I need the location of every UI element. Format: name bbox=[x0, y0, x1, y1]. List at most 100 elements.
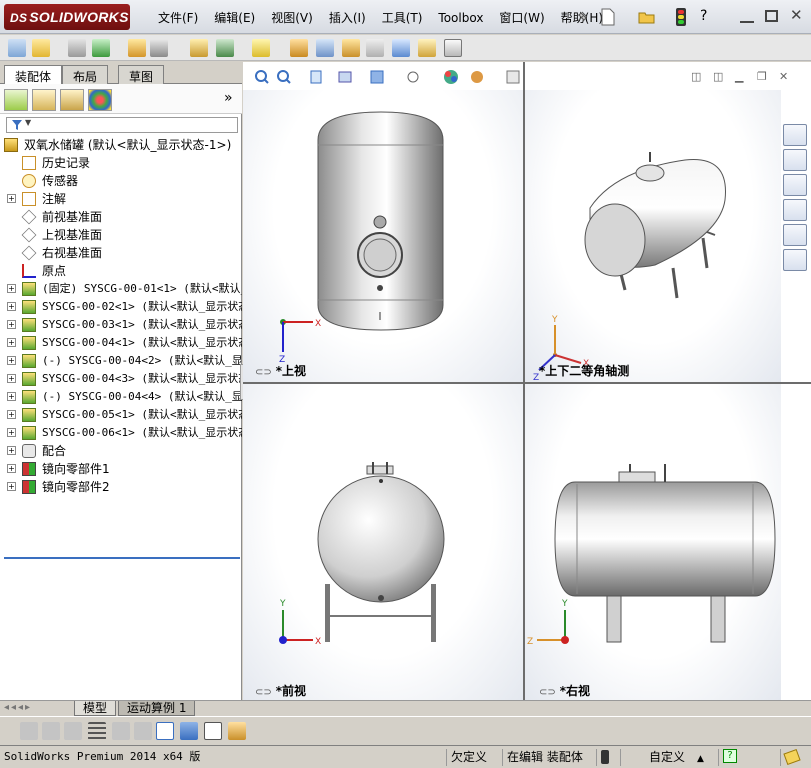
tree-item[interactable]: + SYSCG-00-04<1> (默认<默认_显示状态 bbox=[0, 334, 242, 352]
viewport-top[interactable]: X Z ⊂⊃ *上视 bbox=[243, 90, 523, 382]
exploded-view-icon[interactable] bbox=[342, 39, 360, 57]
status-help-icon[interactable]: ? bbox=[718, 749, 742, 766]
status-units-dropdown[interactable]: 自定义 ▲ bbox=[620, 749, 716, 766]
tree-expand-icon[interactable]: + bbox=[7, 392, 16, 401]
tree-item[interactable]: + SYSCG-00-03<1> (默认<默认_显示状态 bbox=[0, 316, 242, 334]
sketch-relations-icon[interactable] bbox=[156, 722, 174, 740]
toolbar-disabled-icon-4[interactable] bbox=[112, 722, 130, 740]
menu-item-3[interactable]: 插入(I) bbox=[321, 10, 374, 28]
tree-item[interactable]: + 镜向零部件1 bbox=[0, 460, 242, 478]
pin-icon[interactable] bbox=[576, 9, 590, 23]
mate-icon[interactable] bbox=[68, 39, 86, 57]
new-assembly-icon[interactable] bbox=[8, 39, 26, 57]
tree-item[interactable]: + SYSCG-00-04<3> (默认<默认_显示状态 bbox=[0, 370, 242, 388]
solidworks-resources-icon[interactable] bbox=[783, 124, 807, 146]
tree-item[interactable]: + SYSCG-00-02<1> (默认<默认_显示状态 bbox=[0, 298, 242, 316]
view-toolbar-icons[interactable] bbox=[253, 68, 523, 86]
design-library-icon[interactable] bbox=[783, 149, 807, 171]
explode-line-icon[interactable] bbox=[366, 39, 384, 57]
take-snapshot-icon[interactable] bbox=[444, 39, 462, 57]
tree-item[interactable]: + 注解 bbox=[0, 190, 242, 208]
tree-item[interactable]: + SYSCG-00-05<1> (默认<默认_显示状态 bbox=[0, 406, 242, 424]
tab-model[interactable]: 模型 bbox=[74, 701, 117, 716]
status-rebuild-light-icon[interactable] bbox=[596, 749, 616, 766]
linear-pattern-icon[interactable] bbox=[92, 39, 110, 57]
open-folder-icon[interactable] bbox=[638, 8, 656, 26]
tree-expand-icon[interactable]: + bbox=[7, 194, 16, 203]
tree-expand-icon[interactable]: + bbox=[7, 446, 16, 455]
tree-item[interactable]: 历史记录 bbox=[0, 154, 242, 172]
tree-expand-icon[interactable]: + bbox=[7, 428, 16, 437]
toolbar-disabled-icon-1[interactable] bbox=[20, 722, 38, 740]
table-icon[interactable] bbox=[204, 722, 222, 740]
tab-sketch[interactable]: 草图 bbox=[118, 65, 165, 84]
shaded-display-icon[interactable] bbox=[180, 722, 198, 740]
filter-dropdown-icon[interactable]: ▼ bbox=[25, 118, 31, 127]
close-button[interactable]: ✕ bbox=[790, 6, 804, 24]
tree-item[interactable]: 原点 bbox=[0, 262, 242, 280]
tree-filter-input[interactable]: ▼ bbox=[6, 117, 238, 133]
tree-item[interactable]: + (固定) SYSCG-00-01<1> (默认<默认_ bbox=[0, 280, 242, 298]
tree-item[interactable]: + (-) SYSCG-00-04<4> (默认<默认_显示 bbox=[0, 388, 242, 406]
configuration-manager-icon[interactable] bbox=[60, 89, 84, 111]
list-view-icon[interactable] bbox=[88, 722, 106, 740]
save-icon[interactable] bbox=[228, 722, 246, 740]
status-tag-icon[interactable] bbox=[780, 748, 806, 766]
tree-item[interactable]: 双氧水储罐 (默认<默认_显示状态-1>) bbox=[0, 136, 242, 154]
tab-assembly[interactable]: 装配体 bbox=[4, 65, 63, 85]
rollback-bar[interactable] bbox=[4, 557, 240, 559]
insert-component-icon[interactable] bbox=[32, 39, 50, 57]
expand-panel-icon[interactable]: » bbox=[224, 90, 233, 106]
property-manager-icon[interactable] bbox=[32, 89, 56, 111]
tree-expand-icon[interactable]: + bbox=[7, 338, 16, 347]
bill-of-materials-icon[interactable] bbox=[316, 39, 334, 57]
tree-expand-icon[interactable]: + bbox=[7, 284, 16, 293]
instant3d-icon[interactable] bbox=[392, 39, 410, 57]
display-manager-icon[interactable] bbox=[88, 89, 112, 111]
tree-expand-icon[interactable]: + bbox=[7, 356, 16, 365]
toolbar-disabled-icon-5[interactable] bbox=[134, 722, 152, 740]
toolbar-disabled-icon-3[interactable] bbox=[64, 722, 82, 740]
tree-expand-icon[interactable]: + bbox=[7, 464, 16, 473]
move-component-icon[interactable] bbox=[150, 39, 168, 57]
tab-scroll-arrows[interactable]: ◂◂◂▸ bbox=[4, 702, 32, 713]
help-icon[interactable]: ? bbox=[700, 8, 720, 26]
menu-item-5[interactable]: Toolbox bbox=[430, 10, 491, 28]
feature-manager-icon[interactable] bbox=[4, 89, 28, 111]
menu-item-1[interactable]: 编辑(E) bbox=[206, 10, 263, 28]
menu-item-4[interactable]: 工具(T) bbox=[374, 10, 431, 28]
viewport-window-controls[interactable]: ◫ ◫ ▁ ❐ ✕ bbox=[691, 70, 805, 84]
appearances-icon[interactable] bbox=[783, 224, 807, 246]
tree-item[interactable]: 前视基准面 bbox=[0, 208, 242, 226]
file-explorer-icon[interactable] bbox=[783, 174, 807, 196]
minimize-button[interactable] bbox=[740, 9, 754, 23]
tree-item[interactable]: 上视基准面 bbox=[0, 226, 242, 244]
tree-expand-icon[interactable]: + bbox=[7, 320, 16, 329]
update-speedpak-icon[interactable] bbox=[418, 39, 436, 57]
assembly-features-icon[interactable] bbox=[216, 39, 234, 57]
tree-item[interactable]: 传感器 bbox=[0, 172, 242, 190]
custom-properties-icon[interactable] bbox=[783, 249, 807, 271]
graphics-area[interactable]: ◫ ◫ ▁ ❐ ✕ X Z ⊂⊃ *上视 Y X Z *上下二等角轴测 Y X … bbox=[243, 62, 811, 700]
tree-expand-icon[interactable]: + bbox=[7, 302, 16, 311]
toolbar-disabled-icon-2[interactable] bbox=[42, 722, 60, 740]
tab-layout[interactable]: 布局 bbox=[62, 65, 109, 84]
menu-item-0[interactable]: 文件(F) bbox=[150, 10, 206, 28]
tree-expand-icon[interactable]: + bbox=[7, 410, 16, 419]
tree-item[interactable]: + 配合 bbox=[0, 442, 242, 460]
tab-motion-study-1[interactable]: 运动算例 1 bbox=[118, 701, 196, 716]
viewport-isometric[interactable]: Y X Z *上下二等角轴测 bbox=[525, 90, 781, 383]
new-motion-study-icon[interactable] bbox=[290, 39, 308, 57]
viewport-front[interactable]: Y X ⊂⊃ *前视 bbox=[243, 384, 523, 700]
solidworks-logo[interactable]: DS SOLIDWORKS bbox=[4, 4, 130, 30]
tree-expand-icon[interactable]: + bbox=[7, 482, 16, 491]
tree-item[interactable]: + (-) SYSCG-00-04<2> (默认<默认_显示 bbox=[0, 352, 242, 370]
smart-fasteners-icon[interactable] bbox=[128, 39, 146, 57]
maximize-button[interactable] bbox=[765, 10, 778, 22]
reference-geometry-icon[interactable] bbox=[252, 39, 270, 57]
show-hidden-icon[interactable] bbox=[190, 39, 208, 57]
menu-item-6[interactable]: 窗口(W) bbox=[491, 10, 552, 28]
tree-item[interactable]: 右视基准面 bbox=[0, 244, 242, 262]
tree-item[interactable]: + 镜向零部件2 bbox=[0, 478, 242, 496]
traffic-light-icon[interactable] bbox=[676, 8, 686, 26]
